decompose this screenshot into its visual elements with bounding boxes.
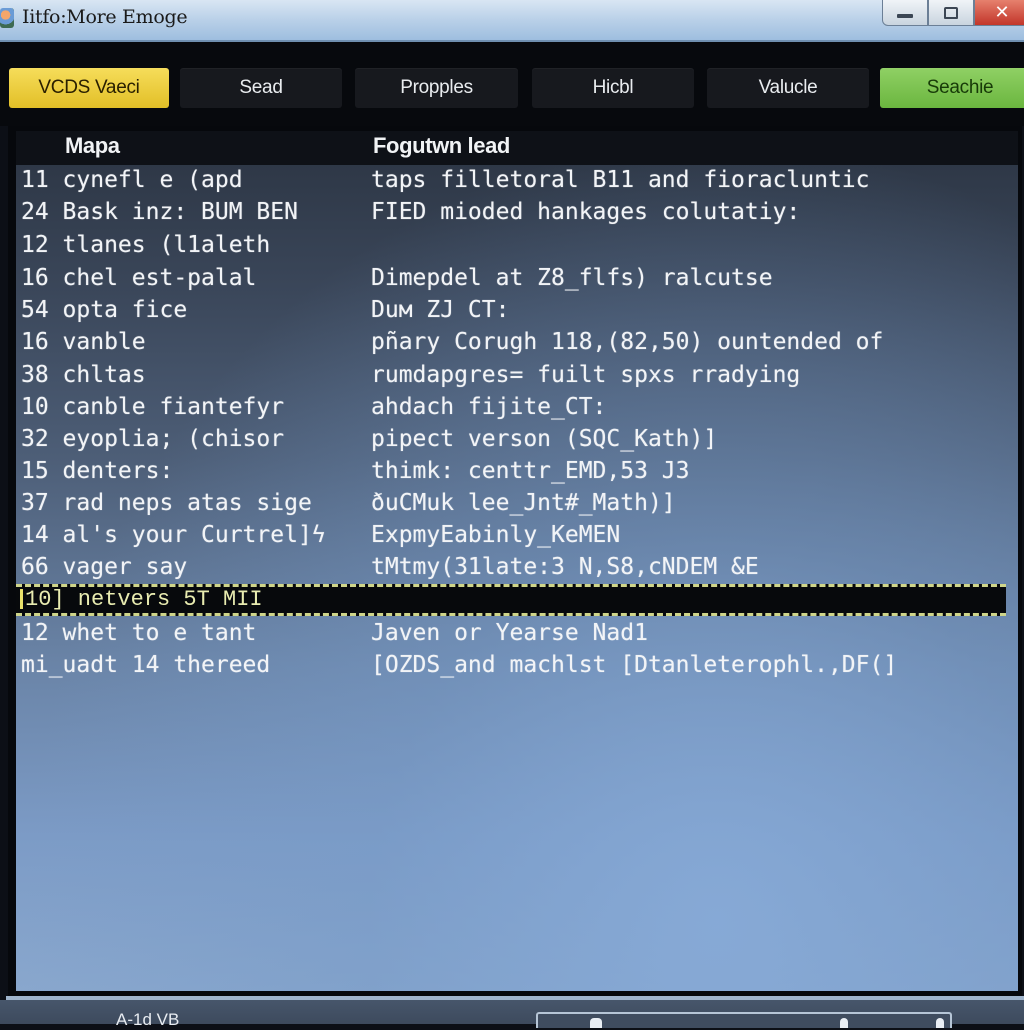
maximize-button[interactable] bbox=[928, 0, 974, 26]
row-value: Duм ZJ CT: bbox=[371, 297, 510, 323]
row-value: ahdach fijite_CT: bbox=[371, 394, 607, 420]
minimize-icon bbox=[897, 13, 913, 18]
column-header-mapa[interactable]: Mapa bbox=[65, 133, 120, 159]
row-label: 24 Bask inz: BUM BEN bbox=[21, 199, 298, 225]
maximize-icon bbox=[944, 6, 958, 19]
table-header bbox=[16, 131, 1018, 165]
table-row[interactable]: 10 canble fiantefyr ahdach fijite_CT: bbox=[0, 391, 1024, 423]
table-row[interactable]: 16 chel est-palal Dimepdel at Z8_flfs) r… bbox=[0, 262, 1024, 294]
selected-row-text: 10] netvers 5T MII bbox=[25, 587, 263, 612]
row-value: ðuCMuk lee_Jnt#_Math)] bbox=[371, 490, 676, 516]
row-label: 16 chel est-palal bbox=[21, 265, 257, 291]
row-label: mi_uadt 14 thereed bbox=[21, 652, 271, 678]
row-value: tMtmy(31late:3 N,S8,cNDEM &E bbox=[371, 554, 759, 580]
row-value: Javen or Yearse Nad1 bbox=[371, 620, 648, 646]
row-label: 14 al's your Curtrel]ϟ bbox=[21, 522, 326, 548]
propples-button[interactable]: Propples bbox=[355, 68, 518, 108]
row-value: pñary Corugh 118,(82,50) ountended of bbox=[371, 329, 884, 355]
status-knob-icon bbox=[840, 1018, 848, 1028]
table-row[interactable]: 14 al's your Curtrel]ϟ ExpmyEabinly_KeME… bbox=[0, 519, 1024, 551]
toolbar: VCDS Vaeci Sead Propples Hicbl Valucle S… bbox=[0, 42, 1024, 126]
row-label: 16 vanble bbox=[21, 329, 146, 355]
selection-marker bbox=[20, 589, 23, 610]
row-value: pipect verson (SQC_Kath)] bbox=[371, 426, 718, 452]
row-label: 12 whet to e tant bbox=[21, 620, 257, 646]
table-row[interactable]: 32 eyoplia; (chisor pipect verson (SQC_K… bbox=[0, 423, 1024, 455]
close-button[interactable]: ✕ bbox=[974, 0, 1024, 26]
window-title: Iitfo:More Emoge bbox=[22, 6, 188, 28]
status-bar: A-1d VB bbox=[0, 1000, 1024, 1029]
status-control[interactable] bbox=[536, 1012, 952, 1028]
table-row[interactable]: 38 chltas rumdapgres= fuilt spxs rradyin… bbox=[0, 359, 1024, 391]
table-row[interactable]: mi_uadt 14 thereed [OZDS_and machlst [Dt… bbox=[0, 649, 1024, 681]
minimize-button[interactable] bbox=[882, 0, 928, 26]
row-label: 11 cynefl e (apd bbox=[21, 167, 243, 193]
table-row[interactable]: 12 whet to e tant Javen or Yearse Nad1 bbox=[0, 617, 1024, 649]
row-value: thimk: centtr_EMD,53 J3 bbox=[371, 458, 690, 484]
row-value: [OZDS_and machlst [Dtanleterophl.,DF(] bbox=[371, 652, 898, 678]
hicbl-button[interactable]: Hicbl bbox=[532, 68, 694, 108]
table-row[interactable]: 15 denters: thimk: centtr_EMD,53 J3 bbox=[0, 455, 1024, 487]
table-row[interactable]: 11 cynefl e (apd taps filletoral B11 and… bbox=[0, 164, 1024, 196]
column-header-lead[interactable]: Fogutwn lead bbox=[373, 133, 510, 159]
close-icon: ✕ bbox=[994, 1, 1010, 23]
app-icon bbox=[0, 8, 14, 28]
table-row[interactable]: 12 tlanes (l1aleth bbox=[0, 229, 1024, 261]
row-label: 54 opta fice bbox=[21, 297, 188, 323]
selected-row-label: 10] netvers 5T MII bbox=[20, 586, 263, 614]
row-label: 66 vager say bbox=[21, 554, 188, 580]
valucle-button[interactable]: Valucle bbox=[707, 68, 869, 108]
status-knob-icon bbox=[590, 1018, 602, 1028]
status-knob-icon bbox=[936, 1018, 944, 1028]
sead-button[interactable]: Sead bbox=[180, 68, 342, 108]
row-value: rumdapgres= fuilt spxs rradying bbox=[371, 362, 801, 388]
table-row[interactable]: 24 Bask inz: BUM BEN FIED mioded hankage… bbox=[0, 196, 1024, 228]
table-row[interactable]: 16 vanble pñary Corugh 118,(82,50) ounte… bbox=[0, 326, 1024, 358]
status-text: A-1d VB bbox=[116, 1010, 180, 1029]
search-button[interactable]: Seachie bbox=[880, 68, 1024, 108]
table-row[interactable]: 37 rad neps atas sige ðuCMuk lee_Jnt#_Ma… bbox=[0, 487, 1024, 519]
row-label: 12 tlanes (l1aleth bbox=[21, 232, 271, 258]
row-value: FIED mioded hankages colutatiy: bbox=[371, 199, 801, 225]
vcds-button[interactable]: VCDS Vaeci bbox=[9, 68, 169, 108]
row-label: 10 canble fiantefyr bbox=[21, 394, 285, 420]
selected-table-row[interactable]: 10] netvers 5T MII bbox=[16, 584, 1006, 616]
row-label: 32 eyoplia; (chisor bbox=[21, 426, 285, 452]
window-controls: ✕ bbox=[882, 0, 1024, 26]
row-label: 15 denters: bbox=[21, 458, 174, 484]
window-title-bar: Iitfo:More Emoge ✕ bbox=[0, 0, 1024, 42]
row-label: 38 chltas bbox=[21, 362, 146, 388]
row-value: ExpmyEabinly_KeMEN bbox=[371, 522, 621, 548]
table-row[interactable]: 66 vager say tMtmy(31late:3 N,S8,cNDEM &… bbox=[0, 551, 1024, 583]
row-value: Dimepdel at Z8_flfs) ralcutse bbox=[371, 265, 773, 291]
row-label: 37 rad neps atas sige bbox=[21, 490, 312, 516]
table-row[interactable]: 54 opta fice Duм ZJ CT: bbox=[0, 294, 1024, 326]
row-value: taps filletoral B11 and fioracluntic bbox=[371, 167, 870, 193]
